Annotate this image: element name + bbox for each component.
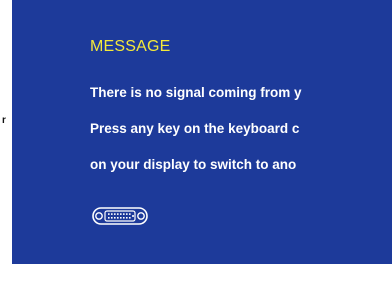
cutoff-side-text: r [2,115,6,126]
osd-message-line-2: Press any key on the keyboard c [90,121,300,136]
no-signal-osd-screen: MESSAGE There is no signal coming from y… [12,0,392,264]
osd-message-line-1: There is no signal coming from y [90,85,302,100]
osd-message-line-3: on your display to switch to ano [90,157,297,172]
osd-title: MESSAGE [90,38,171,55]
dvi-connector-icon [90,206,154,231]
